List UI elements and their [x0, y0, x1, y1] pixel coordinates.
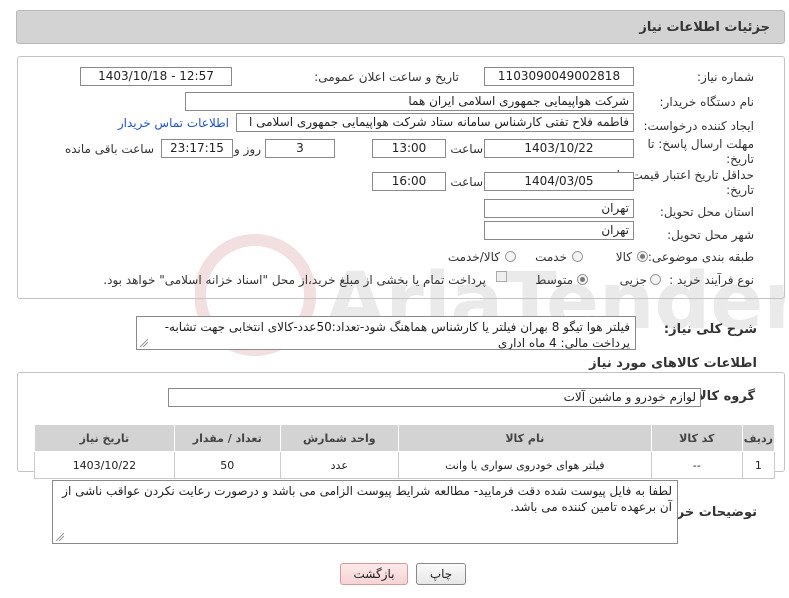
description-text: فیلتر هوا تیگو 8 بهران فیلتر یا کارشناس … [164, 320, 630, 350]
col-quantity: تعداد / مقدار [173, 424, 281, 452]
city-label: شهر محل تحویل: [667, 228, 754, 242]
cell-unit: عدد [279, 451, 399, 479]
category-radio-goods[interactable] [637, 251, 648, 262]
category-label: طبقه بندی موضوعی: [647, 250, 754, 264]
validity-time-field: 16:00 [372, 172, 446, 191]
province-label: استان محل تحویل: [659, 205, 754, 219]
goods-table: ردیف کد کالا نام کالا واحد شمارش تعداد /… [34, 424, 776, 479]
deadline-label-date: تاریخ: [726, 152, 754, 166]
treasury-payment-checkbox[interactable] [496, 271, 507, 282]
col-name: نام کالا [397, 424, 652, 452]
buyer-contact-link[interactable]: اطلاعات تماس خریدار [118, 116, 229, 130]
requester-label: ایجاد کننده درخواست: [643, 119, 754, 133]
category-option-service: خدمت [535, 250, 567, 264]
validity-label: حداقل تاریخ اعتبار قیمت: تا [616, 168, 754, 182]
treasury-payment-note: پرداخت تمام یا بخشی از مبلغ خرید،از محل … [103, 273, 486, 287]
process-option-minor: جزیی [619, 273, 647, 287]
announce-datetime-label: تاریخ و ساعت اعلان عمومی: [314, 70, 459, 84]
print-button[interactable]: چاپ [416, 563, 466, 585]
col-need-date: تاریخ نیاز [34, 424, 175, 452]
goods-group-field: لوازم خودرو و ماشین آلات [168, 388, 701, 407]
goods-group-label: گروه کالا: [691, 389, 755, 404]
validity-label-date: تاریخ: [726, 183, 754, 197]
deadline-time-field: 13:00 [372, 139, 446, 158]
need-number-label: شماره نیاز: [697, 70, 754, 84]
announce-datetime-field: 1403/10/18 - 12:57 [80, 67, 232, 86]
validity-time-label: ساعت [450, 175, 483, 189]
province-field: تهران [484, 199, 634, 218]
cell-quantity: 50 [173, 451, 281, 479]
description-label: شرح کلی نیاز: [663, 322, 757, 337]
col-code: کد کالا [650, 424, 743, 452]
requester-field: فاطمه فلاح تفتی کارشناس سامانه ستاد شرکت… [236, 113, 634, 132]
buyer-notes-text: لطفا به فایل پیوست شده دقت فرمایید- مطال… [62, 484, 672, 514]
col-row: ردیف [741, 424, 776, 452]
validity-date-field: 1404/03/05 [484, 172, 634, 191]
days-label: روز و [234, 142, 261, 156]
cell-need-date: 1403/10/22 [34, 451, 175, 479]
buyer-notes-field: لطفا به فایل پیوست شده دقت فرمایید- مطال… [52, 480, 678, 544]
page-title: جزئیات اطلاعات نیاز [639, 20, 770, 35]
category-radio-goods-service[interactable] [505, 251, 516, 262]
remaining-time-field: 23:17:15 [161, 139, 233, 158]
category-option-goods: کالا [615, 250, 632, 264]
need-number-field: 1103090049002818 [484, 67, 634, 86]
resize-grip-icon[interactable] [56, 533, 64, 541]
buyer-org-label: نام دستگاه خریدار: [659, 95, 755, 109]
col-unit: واحد شمارش [279, 424, 399, 452]
deadline-label: مهلت ارسال پاسخ: تا [647, 137, 754, 151]
process-option-medium: متوسط [535, 273, 573, 287]
process-label: نوع فرآیند خرید : [669, 273, 754, 287]
resize-grip-icon[interactable] [140, 339, 148, 347]
days-remaining-field: 3 [265, 139, 335, 158]
remaining-time-label: ساعت باقی مانده [64, 142, 154, 156]
category-radio-service[interactable] [572, 251, 583, 262]
cell-code: -- [650, 451, 743, 479]
deadline-time-label: ساعت [450, 142, 483, 156]
process-radio-minor[interactable] [650, 274, 661, 285]
buyer-org-field: شرکت هواپیمایی جمهوری اسلامی ایران هما [185, 92, 634, 111]
process-radio-medium[interactable] [577, 274, 588, 285]
back-button[interactable]: بازگشت [340, 563, 408, 585]
page-header: جزئیات اطلاعات نیاز [16, 10, 785, 44]
cell-row: 1 [741, 451, 776, 479]
goods-table-header: ردیف کد کالا نام کالا واحد شمارش تعداد /… [34, 424, 776, 452]
deadline-date-field: 1403/10/22 [484, 139, 634, 158]
description-field: فیلتر هوا تیگو 8 بهران فیلتر یا کارشناس … [136, 316, 636, 350]
cell-name: فیلتر هوای خودروی سواری یا وانت [397, 451, 652, 479]
city-field: تهران [484, 221, 634, 240]
goods-section-title: اطلاعات کالاهای مورد نیاز [589, 356, 757, 371]
category-option-goods-service: کالا/خدمت [447, 250, 500, 264]
table-row: 1 -- فیلتر هوای خودروی سواری یا وانت عدد… [34, 451, 776, 479]
